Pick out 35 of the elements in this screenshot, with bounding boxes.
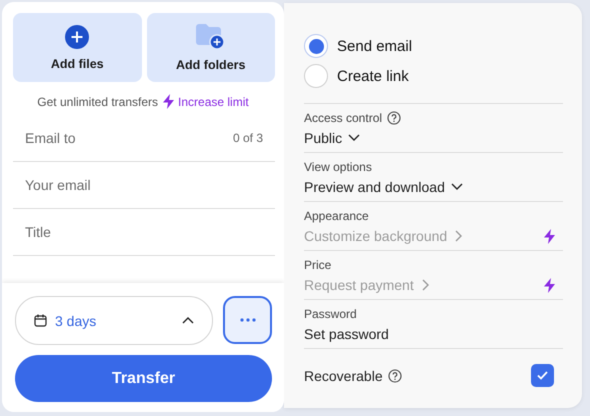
radio-button[interactable] [304,34,328,58]
expiry-dropdown[interactable]: 3 days [15,296,213,345]
add-folders-button[interactable]: Add folders [146,13,275,82]
help-icon[interactable] [388,368,402,382]
radio-label: Send email [337,38,412,54]
setting-value[interactable]: Preview and download [304,179,463,195]
radio-label: Create link [337,68,409,84]
more-options-button[interactable] [223,296,272,344]
calendar-icon [34,314,47,327]
plus-icon [65,24,90,48]
recoverable-checkbox[interactable] [531,364,554,387]
setting-value[interactable]: Public [304,130,360,146]
radio-button[interactable] [304,64,328,88]
lightning-icon [163,94,174,109]
increase-limit-link[interactable]: Increase limit [163,94,249,109]
text-field[interactable]: Email to [25,130,233,146]
add-files-button[interactable]: Add files [13,13,142,82]
lightning-icon [544,228,555,244]
setting-value[interactable]: Set password [304,326,389,342]
transfer-button[interactable]: Transfer [15,355,272,402]
help-icon[interactable] [387,111,402,125]
setting-label: Price [304,258,332,272]
checkmark-icon [537,371,548,380]
lightning-icon [544,278,555,292]
more-icon [240,318,256,322]
text-field[interactable]: Your email [25,177,263,193]
recoverable-label: Recoverable [304,368,383,384]
folder-plus-icon [196,24,226,50]
setting-label: Appearance [304,209,369,223]
setting-label: View options [304,160,372,174]
setting-label: Password [304,307,357,321]
setting-label: Access control [304,111,382,125]
recipient-counter: 0 of 3 [232,131,263,145]
promo-text: Get unlimited transfers [37,94,158,108]
text-field[interactable]: Title [25,224,263,240]
